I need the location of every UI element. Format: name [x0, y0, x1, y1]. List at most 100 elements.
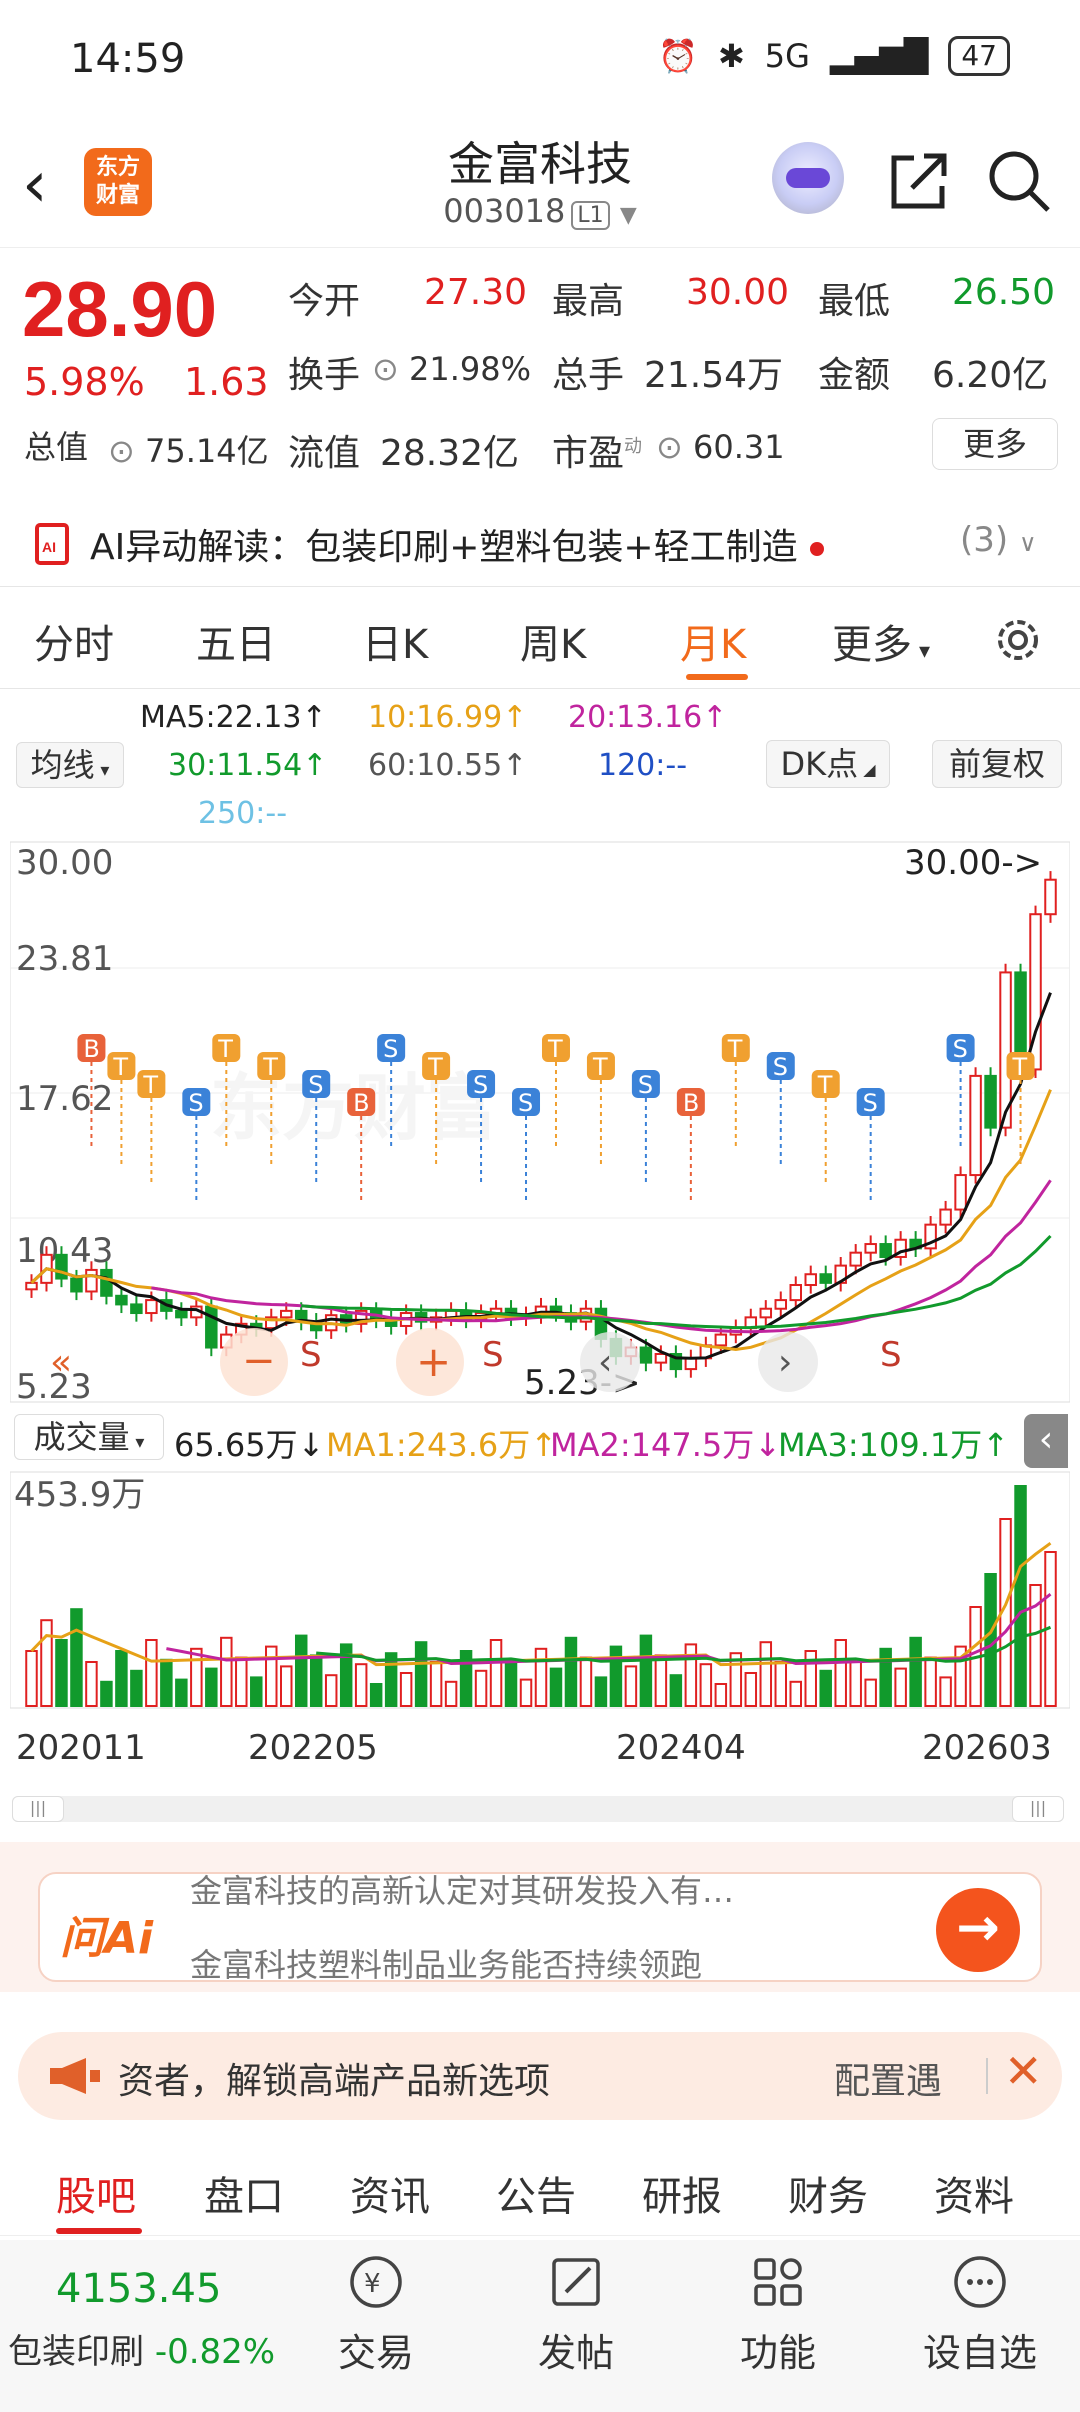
float-label: 流值 [288, 433, 361, 474]
trade-marker-label: T [142, 1071, 158, 1099]
s-label: S [482, 1335, 504, 1375]
settings-gear-icon[interactable] [990, 612, 1046, 668]
indicator-select[interactable]: 均线 ▾ [16, 742, 124, 788]
date-tick-2: 202205 [248, 1728, 378, 1768]
volume-bar [444, 1680, 458, 1708]
dk-point-button[interactable]: DK点 ◢ [766, 740, 890, 788]
signal-icon: ▂▄▆█ [829, 37, 929, 75]
tab-order-book[interactable]: 盘口 [204, 2164, 284, 2222]
high-marker: 30.00-> [904, 843, 1042, 883]
trade-marker-label: T [217, 1035, 233, 1063]
arrow-right-icon[interactable]: → [936, 1888, 1020, 1972]
candle [175, 1309, 188, 1319]
tab-daily-k[interactable]: 日K [362, 612, 428, 670]
tab-intraday[interactable]: 分时 [34, 612, 114, 670]
stock-code-text: 003018 [443, 192, 566, 230]
add-watchlist-button[interactable]: 设自选 [910, 2252, 1050, 2377]
close-icon[interactable]: ✕ [1004, 2044, 1043, 2098]
amount-label: 金额 [818, 355, 891, 396]
tab-research[interactable]: 研报 [642, 2164, 722, 2222]
scroll-left-icon[interactable]: « [50, 1342, 72, 1383]
trade-marker-label: S [638, 1071, 653, 1099]
post-button[interactable]: 发帖 [506, 2252, 646, 2377]
functions-button[interactable]: 功能 [708, 2252, 848, 2377]
promo-banner[interactable]: 资者，解锁高端产品新选项 配置遇 ✕ [18, 2032, 1062, 2120]
functions-label: 功能 [739, 2331, 816, 2375]
last-price: 28.90 [22, 265, 218, 353]
bluetooth-icon: ✱ [717, 37, 745, 75]
share-icon[interactable] [884, 146, 954, 216]
tab-five-day[interactable]: 五日 [196, 612, 276, 670]
volume-value: 65.65万↓ [174, 1426, 325, 1464]
candle [85, 1268, 98, 1293]
volume-y-max: 453.9万 [14, 1475, 145, 1515]
info-icon: ⊙ [108, 432, 135, 470]
chart-range-scrollbar[interactable]: ||| ||| [12, 1796, 1064, 1822]
tab-forum[interactable]: 股吧 [56, 2164, 136, 2222]
volume-bar [774, 1661, 788, 1707]
mktcap-value: ⊙ 75.14亿 [108, 432, 269, 470]
ai-insight-strip[interactable]: AI AI异动解读：包装印刷+塑料包装+轻工制造 (3) ∨ [0, 508, 1080, 578]
volume-bar [654, 1654, 668, 1707]
trade-label: 交易 [337, 2331, 414, 2375]
candle [639, 1346, 653, 1364]
sector-index-value[interactable]: 4153.45 [56, 2266, 221, 2312]
volume-bar [504, 1658, 518, 1708]
banner-config-link[interactable]: 配置遇 [834, 2052, 942, 2104]
candle [984, 1074, 997, 1129]
tab-news[interactable]: 资讯 [350, 2164, 430, 2222]
tab-profile[interactable]: 资料 [934, 2164, 1014, 2222]
tab-weekly-k[interactable]: 周K [520, 612, 586, 670]
ai-assistant-icon[interactable] [772, 142, 844, 214]
volume-bar [819, 1669, 832, 1708]
trade-marker-label: S [953, 1035, 968, 1063]
volume-bar [609, 1645, 623, 1708]
candle [145, 1299, 158, 1315]
kline-chart[interactable]: 东方财富 30.00 23.81 17.62 10.43 5.23 30.00-… [10, 838, 1070, 1408]
adjust-button[interactable]: 前复权 [932, 740, 1062, 788]
candle [654, 1352, 668, 1364]
volume-bar [714, 1683, 728, 1707]
volume-bar [294, 1634, 308, 1708]
volume-bar [100, 1680, 113, 1708]
range-left-handle[interactable]: ||| [12, 1796, 64, 1822]
candle [804, 1273, 817, 1287]
search-icon[interactable] [984, 146, 1054, 216]
tab-monthly-k[interactable]: 月K [680, 612, 746, 670]
candle [864, 1243, 877, 1254]
ask-ai-suggestion-2[interactable]: 金富科技塑料制品业务能否持续领跑 [190, 1940, 702, 1980]
vol-ma3: MA3:109.1万↑ [778, 1426, 1010, 1464]
volume-bar [864, 1678, 877, 1708]
volume-bar [280, 1665, 293, 1707]
volume-bar [879, 1647, 892, 1708]
open-label: 今开 [288, 281, 361, 322]
collapse-panel-icon[interactable]: ‹ [1024, 1414, 1068, 1468]
ma120-value: 120:-- [598, 748, 688, 783]
more-dots-icon [954, 2256, 1006, 2308]
volume-bar [369, 1683, 383, 1707]
open-value: 27.30 [424, 272, 528, 313]
date-tick-1: 202011 [16, 1728, 146, 1768]
volume-bar [115, 1650, 128, 1707]
tab-more[interactable]: 更多 ▾ [832, 612, 930, 670]
sector-index[interactable]: 包装印刷 -0.82% [8, 2324, 275, 2373]
volume-chart[interactable]: 453.9万 [10, 1470, 1070, 1710]
volume-bar [265, 1645, 278, 1708]
tab-announcements[interactable]: 公告 [496, 2164, 576, 2222]
zoom-out-label: − [242, 1338, 276, 1384]
ask-ai-card[interactable]: 问Ai 金富科技的高新认定对其研发投入有… 金富科技塑料制品业务能否持续领跑 → [38, 1872, 1042, 1982]
trade-button[interactable]: ¥ 交易 [306, 2252, 446, 2377]
candle [789, 1284, 802, 1302]
range-right-handle[interactable]: ||| [1012, 1796, 1064, 1822]
volume-indicator-select[interactable]: 成交量 ▾ [14, 1414, 164, 1460]
y-label-2: 23.81 [16, 939, 113, 979]
banner-text: 资者，解锁高端产品新选项 [118, 2061, 551, 2102]
chevron-down-icon: ▼ [619, 203, 637, 228]
ask-ai-suggestion-1[interactable]: 金富科技的高新认定对其研发投入有… [190, 1874, 734, 1912]
unread-dot [809, 542, 824, 556]
volume-bar [624, 1665, 638, 1707]
more-button[interactable]: 更多 [932, 418, 1058, 470]
chart-tabs: 分时 五日 日K 周K 月K 更多 ▾ [0, 588, 1080, 688]
trade-marker-label: S [473, 1071, 488, 1099]
tab-financials[interactable]: 财务 [788, 2164, 868, 2222]
